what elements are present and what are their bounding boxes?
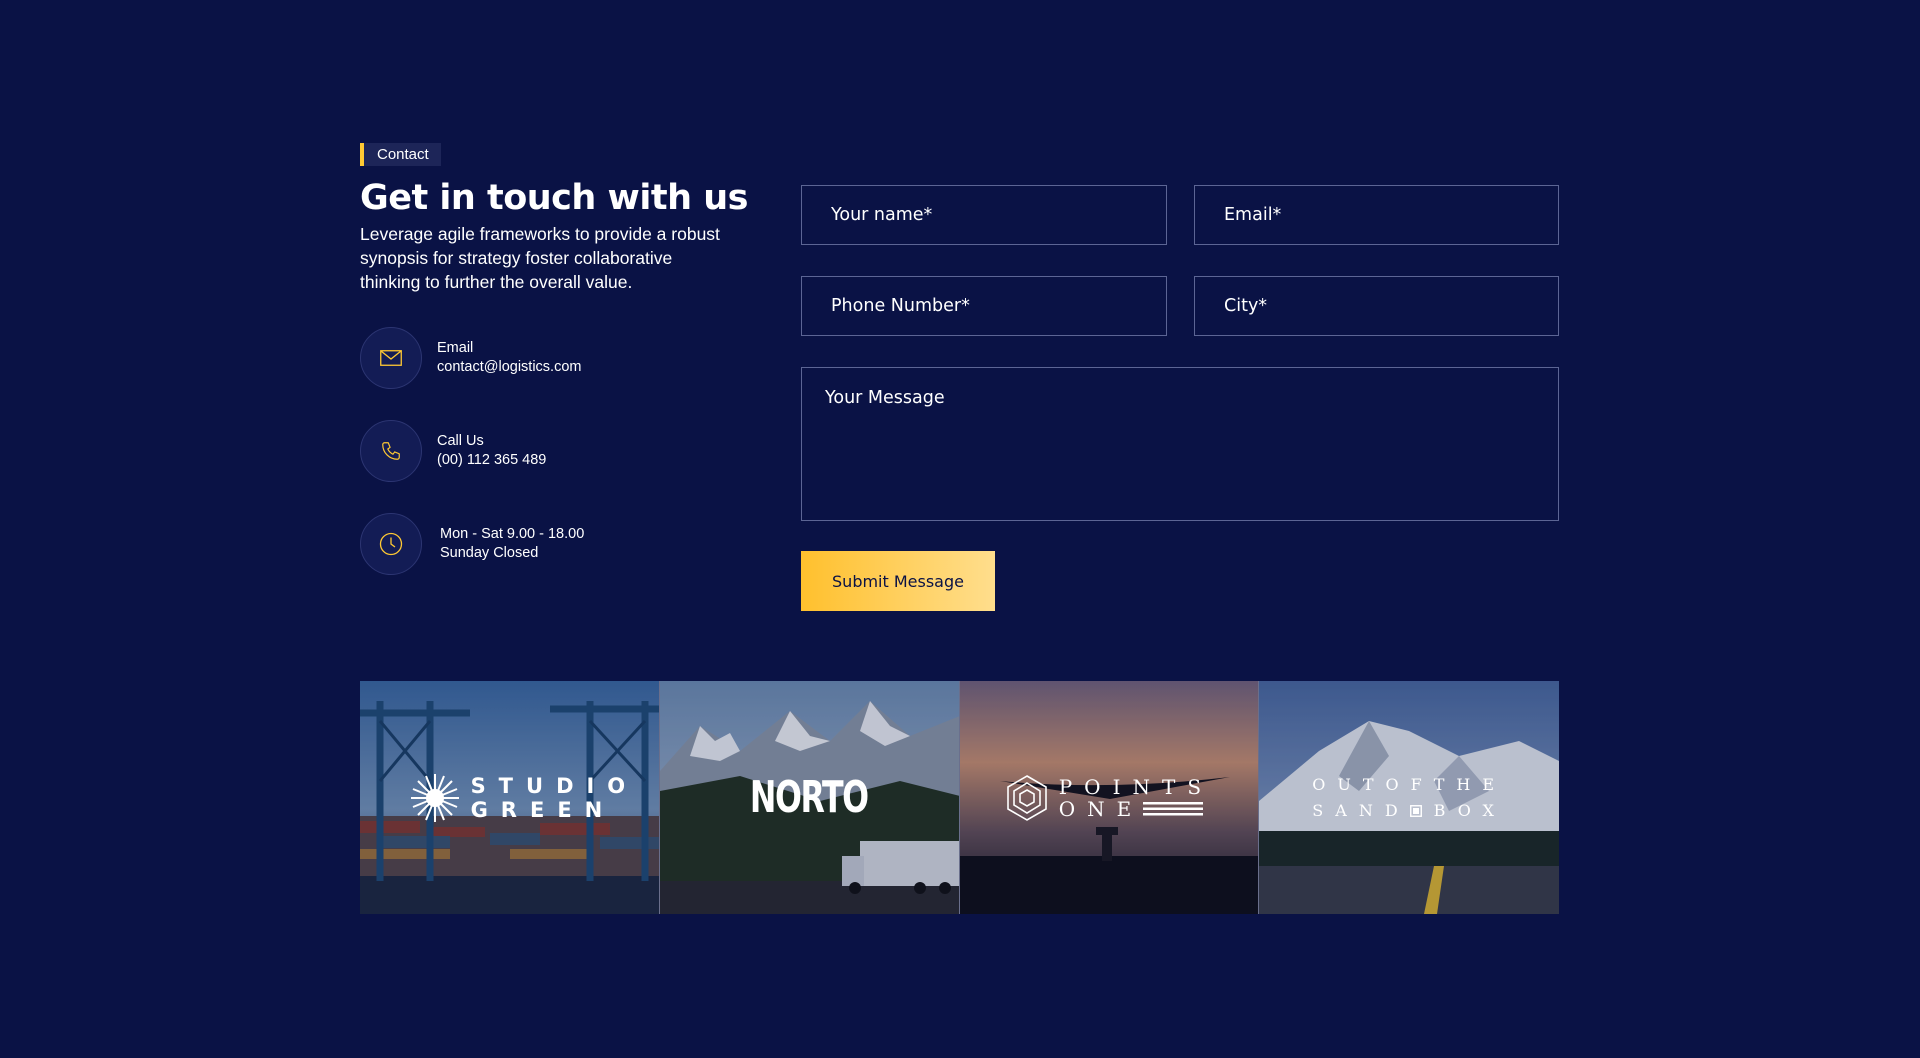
out-of-the-sandbox-logo: OUTOFTHE SAND BOX bbox=[1259, 681, 1559, 914]
page-title: Get in touch with us bbox=[360, 178, 748, 218]
submit-button[interactable]: Submit Message bbox=[801, 551, 995, 611]
partner-tile-points-one[interactable]: POINTS ONE bbox=[959, 681, 1260, 914]
email-value[interactable]: contact@logistics.com bbox=[437, 358, 581, 377]
partner-tile-out-of-the-sandbox[interactable]: OUTOFTHE SAND BOX bbox=[1259, 681, 1559, 914]
points-one-logo: POINTS ONE bbox=[960, 681, 1259, 914]
phone-input[interactable]: Phone Number* bbox=[801, 276, 1167, 336]
contact-hours: Mon - Sat 9.00 - 18.00 Sunday Closed bbox=[360, 513, 584, 575]
city-placeholder: City* bbox=[1224, 296, 1268, 316]
norto-wordmark: NORTO bbox=[750, 772, 869, 823]
studio-green-logo: STUDIO GREEN bbox=[360, 681, 659, 914]
starburst-icon bbox=[410, 773, 459, 822]
phone-value[interactable]: (00) 112 365 489 bbox=[437, 451, 546, 470]
sandbox-line2-start: SAND bbox=[1312, 800, 1410, 820]
square-icon bbox=[1409, 804, 1422, 817]
envelope-icon bbox=[360, 327, 422, 389]
phone-icon bbox=[360, 420, 422, 482]
name-placeholder: Your name* bbox=[831, 205, 933, 225]
partner-gallery: STUDIO GREEN NORTO POINTS ONE OUTOFTHE S… bbox=[360, 681, 1559, 914]
message-placeholder: Your Message bbox=[825, 388, 945, 408]
city-input[interactable]: City* bbox=[1194, 276, 1559, 336]
norto-logo: NORTO bbox=[660, 681, 959, 914]
phone-title: Call Us bbox=[437, 433, 484, 449]
contact-phone: Call Us (00) 112 365 489 bbox=[360, 420, 546, 482]
clock-icon bbox=[360, 513, 422, 575]
email-placeholder: Email* bbox=[1224, 205, 1282, 225]
stripes-icon bbox=[1143, 801, 1204, 815]
email-title: Email bbox=[437, 340, 474, 356]
studio-green-line2: GREEN bbox=[470, 797, 616, 822]
points-one-line1: POINTS bbox=[1058, 774, 1214, 799]
contact-email: Email contact@logistics.com bbox=[360, 327, 581, 389]
points-one-line2: ONE bbox=[1058, 796, 1144, 821]
message-textarea[interactable]: Your Message bbox=[801, 367, 1559, 521]
partner-tile-norto[interactable]: NORTO bbox=[659, 681, 960, 914]
hours-sunday: Sunday Closed bbox=[440, 545, 539, 561]
email-input[interactable]: Email* bbox=[1194, 185, 1559, 245]
studio-green-line1: STUDIO bbox=[470, 773, 639, 798]
phone-placeholder: Phone Number* bbox=[831, 296, 970, 316]
name-input[interactable]: Your name* bbox=[801, 185, 1167, 245]
section-tag-label: Contact bbox=[377, 146, 429, 163]
hours-weekdays: Mon - Sat 9.00 - 18.00 bbox=[440, 526, 585, 542]
partner-tile-studio-green[interactable]: STUDIO GREEN bbox=[360, 681, 660, 914]
sandbox-line2-end: BOX bbox=[1433, 800, 1506, 820]
intro-text: Leverage agile frameworks to provide a r… bbox=[360, 224, 720, 292]
section-tag: Contact bbox=[360, 143, 441, 166]
hexagon-icon bbox=[1006, 774, 1047, 821]
sandbox-line1: OUTOFTHE bbox=[1312, 774, 1507, 794]
